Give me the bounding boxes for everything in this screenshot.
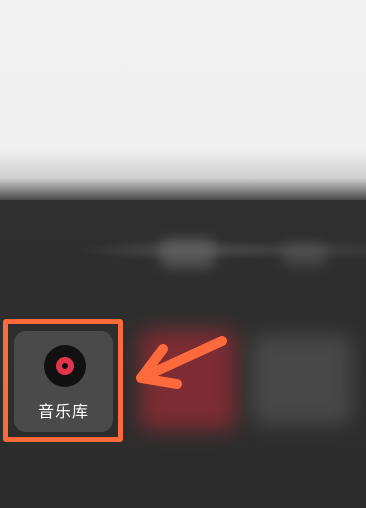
annotation-arrow-icon: [136, 336, 227, 389]
